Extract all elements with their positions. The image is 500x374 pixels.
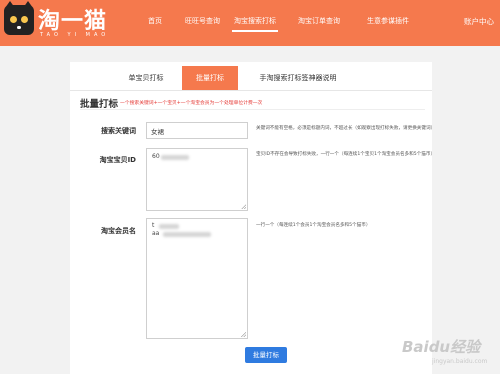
redacted-member-1	[159, 224, 179, 229]
account-center-link[interactable]: 账户中心	[464, 16, 494, 27]
watermark-url: jingyan.baidu.com	[432, 358, 488, 365]
tab-bar: 单宝贝打标 批量打标 手淘搜索打标签神器说明	[70, 66, 432, 91]
resize-handle-icon[interactable]	[241, 204, 246, 209]
top-nav-bar: 淘一猫 TAO YI MAO 首页 旺旺号查询 淘宝搜索打标 淘宝订单查询 生意…	[0, 0, 500, 46]
logo[interactable]: 淘一猫 TAO YI MAO	[4, 1, 122, 43]
billing-hint: 一个搜索关键词+一个宝贝+一个淘宝会员为一个处理单位计费一次	[120, 101, 263, 106]
brand-name: 淘一猫	[38, 9, 108, 34]
baidu-watermark: Baidu经验 jingyan.baidu.com	[402, 334, 494, 370]
keyword-help: 关键词不能有空格，必须是标题内词，不超过长（如观察出现打标失败，请更换关键词）	[256, 126, 436, 131]
brand-subtitle: TAO YI MAO	[40, 32, 110, 38]
item-id-value: 60	[152, 153, 160, 160]
nav-item-business-plugin[interactable]: 生意参谋插件	[367, 16, 409, 26]
main-panel: 单宝贝打标 批量打标 手淘搜索打标签神器说明 批量打标 一个搜索关键词+一个宝贝…	[70, 62, 436, 374]
member-textarea[interactable]: t aa	[146, 218, 248, 339]
section-title: 批量打标	[80, 99, 119, 110]
member-value-2: aa	[152, 230, 160, 237]
tab-single-item[interactable]: 单宝贝打标	[120, 66, 172, 90]
tab-batch[interactable]: 批量打标	[182, 66, 238, 90]
item-id-label: 淘宝宝贝ID	[99, 156, 136, 164]
keyword-label: 搜索关键词	[101, 127, 136, 135]
tab-instructions[interactable]: 手淘搜索打标签神器说明	[250, 66, 346, 90]
resize-handle-icon[interactable]	[241, 332, 246, 337]
nav-item-order-query[interactable]: 淘宝订单查询	[298, 16, 340, 26]
keyword-value: 女裙	[151, 128, 164, 136]
redacted-item-id	[161, 155, 189, 160]
member-help: 一行一个（每连续1个会员1个淘宝会员名多和5个猫币）	[256, 223, 371, 228]
watermark-logo: Baidu经验	[402, 338, 481, 356]
nav-item-search-tagging[interactable]: 淘宝搜索打标	[232, 16, 278, 32]
keyword-input[interactable]: 女裙	[146, 122, 248, 139]
item-id-textarea[interactable]: 60	[146, 148, 248, 211]
batch-tag-submit-button[interactable]: 批量打标	[245, 347, 287, 363]
member-value-1: t	[152, 222, 155, 229]
divider	[80, 109, 425, 110]
cat-logo-icon	[4, 1, 34, 35]
nav-item-home[interactable]: 首页	[148, 16, 162, 26]
item-id-help: 宝贝ID不存在会导致打标失败，一行一个（每连续1个宝贝1个淘宝会员名多和5个猫币…	[256, 152, 436, 157]
redacted-member-2	[163, 232, 211, 237]
nav-item-wangwang-query[interactable]: 旺旺号查询	[185, 16, 220, 26]
member-label: 淘宝会员名	[101, 227, 136, 235]
